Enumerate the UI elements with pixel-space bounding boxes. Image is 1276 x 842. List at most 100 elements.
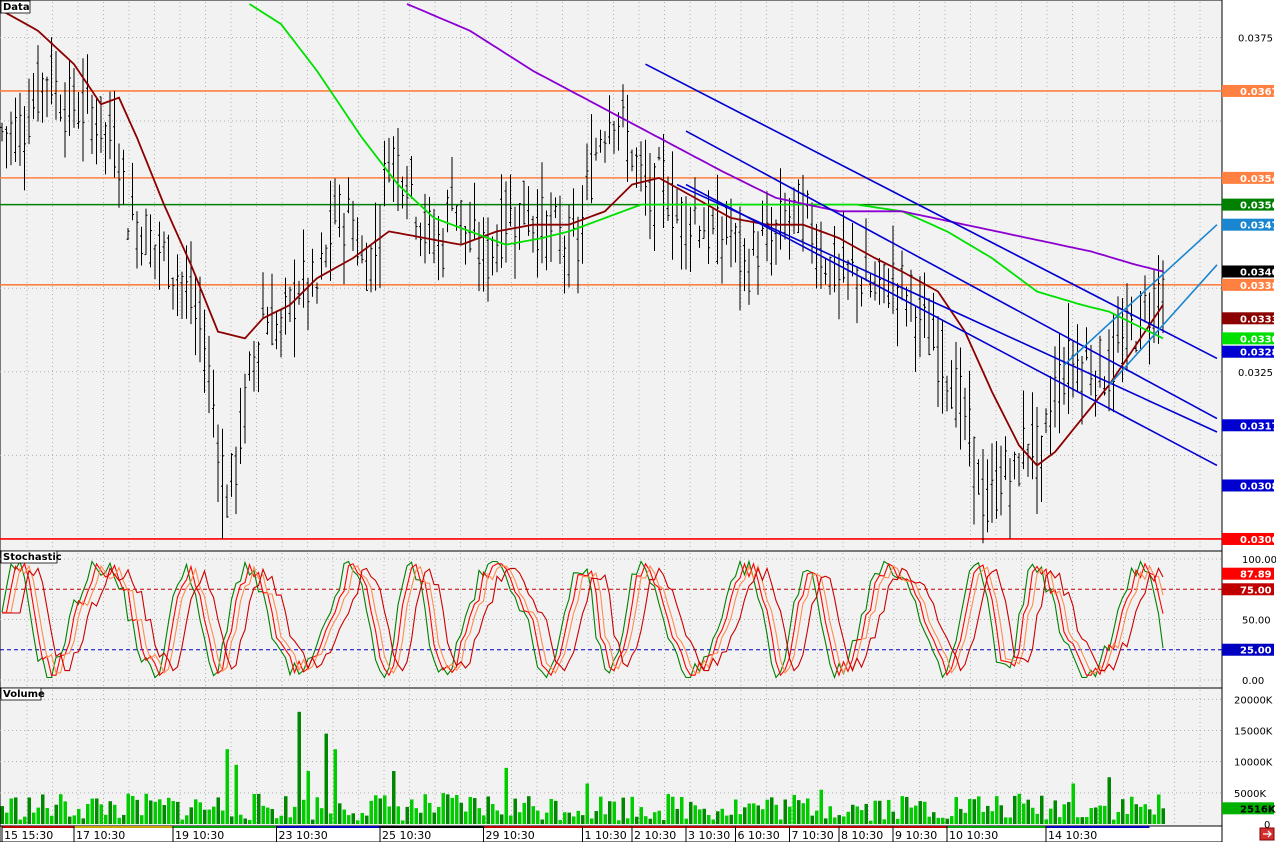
price-tag: 0.0317 xyxy=(1240,421,1276,432)
volume-bar xyxy=(252,793,256,824)
price-tag: 0.0347 xyxy=(1240,221,1276,232)
volume-bar xyxy=(135,799,139,824)
volume-bar xyxy=(23,816,27,824)
volume-bar xyxy=(1094,807,1098,824)
volume-bar xyxy=(725,815,729,824)
volume-bar xyxy=(1004,817,1008,824)
volume-bar xyxy=(747,803,751,824)
volume-bar xyxy=(1058,817,1062,824)
volume-bar xyxy=(356,820,360,824)
volume-bar xyxy=(32,812,36,824)
volume-bar xyxy=(482,815,486,824)
volume-bar xyxy=(788,806,792,824)
volume-bar xyxy=(536,810,540,824)
stochastic-axis-label: 100.00 xyxy=(1242,555,1276,566)
volume-bar xyxy=(131,796,135,824)
volume-bar xyxy=(72,815,76,824)
volume-bar xyxy=(626,818,630,824)
price-tag: 0.0338 xyxy=(1240,281,1276,292)
stochastic-axis-label: 0.00 xyxy=(1242,676,1264,687)
volume-bar xyxy=(185,815,189,824)
volume-bar xyxy=(738,814,742,824)
volume-bar xyxy=(563,812,567,824)
volume-bar xyxy=(27,797,31,824)
volume-bar xyxy=(603,814,607,824)
volume-bar xyxy=(243,818,247,824)
volume-bar xyxy=(500,814,504,824)
date-label: 14 10:30 xyxy=(1048,829,1097,842)
volume-bar xyxy=(509,815,513,824)
volume-bar xyxy=(540,819,544,824)
price-panel-title: Data xyxy=(3,2,30,13)
volume-bar xyxy=(140,815,144,824)
volume-bar xyxy=(990,811,994,824)
date-label: 2 10:30 xyxy=(634,829,676,842)
date-label: 1 10:30 xyxy=(585,829,627,842)
volume-bar xyxy=(752,803,756,824)
volume-bar xyxy=(383,795,387,824)
volume-bar xyxy=(909,807,913,824)
volume-bar xyxy=(666,794,670,824)
volume-bar xyxy=(797,800,801,824)
volume-bar xyxy=(162,805,166,824)
volume-bar xyxy=(1044,819,1048,824)
volume-bar xyxy=(54,804,58,824)
volume-bar xyxy=(203,809,207,824)
volume-tag: 2516K xyxy=(1240,804,1276,815)
volume-bar xyxy=(878,800,882,824)
volume-bar xyxy=(387,806,391,824)
price-axis-label: 0.0325 xyxy=(1238,368,1273,379)
volume-bar xyxy=(891,811,895,824)
volume-bar xyxy=(1098,805,1102,824)
volume-bar xyxy=(702,808,706,824)
volume-bar xyxy=(1031,807,1035,824)
volume-bar xyxy=(599,796,603,824)
volume-bar xyxy=(1134,804,1138,824)
volume-bar xyxy=(248,820,252,824)
volume-bar xyxy=(158,799,162,824)
volume-bar xyxy=(86,804,90,824)
volume-bar xyxy=(558,819,562,824)
volume-bar xyxy=(1013,795,1017,824)
volume-bar xyxy=(99,804,103,824)
volume-bar xyxy=(365,815,369,824)
volume-bar xyxy=(459,802,463,824)
volume-bar xyxy=(1017,793,1021,824)
volume-bar xyxy=(405,806,409,824)
volume-bar xyxy=(765,799,769,824)
volume-bar xyxy=(59,794,63,824)
volume-bar xyxy=(864,803,868,824)
volume-bar xyxy=(1125,813,1129,824)
volume-bar xyxy=(329,813,333,824)
volume-bar xyxy=(945,818,949,824)
volume-bar xyxy=(734,799,738,824)
volume-bar xyxy=(189,807,193,824)
volume-bar xyxy=(1103,805,1107,824)
volume-bar xyxy=(234,764,238,824)
volume-bar xyxy=(828,806,832,824)
volume-bar xyxy=(477,808,481,824)
volume-bar xyxy=(153,801,157,824)
volume-bar xyxy=(104,814,108,824)
volume-bar xyxy=(932,812,936,824)
volume-bar xyxy=(986,805,990,824)
volume-bar xyxy=(171,801,175,824)
volume-bar xyxy=(117,817,121,824)
stochastic-axis-label: 50.00 xyxy=(1242,616,1271,627)
volume-bar xyxy=(639,807,643,824)
price-tag: 0.0354 xyxy=(1240,174,1276,185)
volume-bar xyxy=(918,801,922,824)
volume-bar xyxy=(315,797,319,824)
volume-bar xyxy=(815,810,819,824)
volume-bar xyxy=(270,809,274,824)
volume-bar xyxy=(981,811,985,824)
volume-bar xyxy=(311,819,315,824)
volume-bar xyxy=(464,811,468,824)
volume-bar xyxy=(446,794,450,824)
volume-bar xyxy=(1089,808,1093,824)
volume-bar xyxy=(1121,799,1125,824)
volume-bar xyxy=(657,810,661,824)
stochastic-tag: 25.00 xyxy=(1240,646,1272,657)
chart-canvas: 0.0375 0.0325 100.00 50.00 0.00 20000K 15000K 1… xyxy=(0,0,1276,842)
volume-bar xyxy=(306,771,310,824)
